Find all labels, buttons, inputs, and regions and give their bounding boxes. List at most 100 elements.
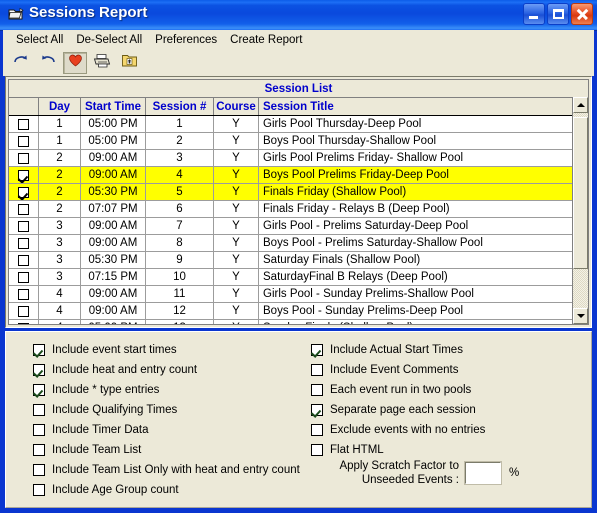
cell-course: Y (214, 218, 259, 234)
table-row[interactable]: 3 09:00 AM 8 Y Boys Pool - Prelims Saturday-… (9, 235, 588, 252)
table-row[interactable]: 2 09:00 AM 4 Y Boys Pool Prelims Friday-Deep… (9, 167, 588, 184)
option-checkbox[interactable] (33, 484, 45, 496)
option-row[interactable]: Include Team List Only with heat and ent… (33, 460, 308, 480)
row-select-cell[interactable] (9, 286, 39, 302)
heart-icon (68, 53, 83, 72)
option-row[interactable]: Include Actual Start Times (311, 340, 586, 360)
row-select-cell[interactable] (9, 269, 39, 285)
column-header-start-time[interactable]: Start Time (81, 98, 146, 115)
row-select-cell[interactable] (9, 167, 39, 183)
table-row[interactable]: 4 09:00 AM 11 Y Girls Pool - Sunday Prelims-… (9, 286, 588, 303)
option-row[interactable]: Exclude events with no entries (311, 420, 586, 440)
row-select-checkbox[interactable] (18, 135, 29, 147)
table-row[interactable]: 2 09:00 AM 3 Y Girls Pool Prelims Friday- Sh… (9, 150, 588, 167)
cell-day: 2 (39, 167, 81, 183)
row-select-cell[interactable] (9, 303, 39, 319)
row-select-cell[interactable] (9, 150, 39, 166)
scroll-thumb[interactable] (573, 117, 588, 269)
row-select-cell[interactable] (9, 320, 39, 324)
option-checkbox[interactable] (33, 364, 45, 376)
column-header-select[interactable] (9, 98, 39, 115)
row-select-checkbox[interactable] (18, 322, 29, 324)
row-select-cell[interactable] (9, 184, 39, 200)
column-header-day[interactable]: Day (39, 98, 81, 115)
option-row[interactable]: Include Age Group count (33, 480, 308, 500)
option-checkbox[interactable] (33, 464, 45, 476)
table-row[interactable]: 2 05:30 PM 5 Y Finals Friday (Shallow Pool) (9, 184, 588, 201)
option-checkbox[interactable] (33, 444, 45, 456)
option-checkbox[interactable] (311, 364, 323, 376)
export-folder-button[interactable] (117, 52, 141, 74)
option-checkbox[interactable] (311, 344, 323, 356)
option-row[interactable]: Include Qualifying Times (33, 400, 308, 420)
menu-select-all[interactable]: Select All (10, 33, 70, 47)
column-header-session-title[interactable]: Session Title (259, 98, 588, 115)
option-row[interactable]: Include * type entries (33, 380, 308, 400)
row-select-cell[interactable] (9, 218, 39, 234)
minimize-button[interactable] (523, 3, 545, 25)
scratch-factor-input[interactable] (464, 461, 502, 485)
table-row[interactable]: 3 09:00 AM 7 Y Girls Pool - Prelims Saturday… (9, 218, 588, 235)
table-row[interactable]: 4 09:00 AM 12 Y Boys Pool - Sunday Prelims-D… (9, 303, 588, 320)
row-select-cell[interactable] (9, 252, 39, 268)
option-row[interactable]: Each event run in two pools (311, 380, 586, 400)
close-button[interactable] (571, 3, 593, 25)
option-label: Include Team List Only with heat and ent… (52, 464, 300, 476)
option-checkbox[interactable] (311, 384, 323, 396)
print-button[interactable] (90, 52, 114, 74)
grid-vertical-scrollbar[interactable] (572, 97, 588, 324)
table-row[interactable]: 3 07:15 PM 10 Y SaturdayFinal B Relays (Deep… (9, 269, 588, 286)
row-select-checkbox[interactable] (18, 288, 29, 300)
option-checkbox[interactable] (33, 384, 45, 396)
scroll-track[interactable] (573, 113, 588, 308)
row-select-cell[interactable] (9, 235, 39, 251)
menu-de-select-all[interactable]: De-Select All (70, 33, 149, 47)
option-row[interactable]: Separate page each session (311, 400, 586, 420)
menu-preferences[interactable]: Preferences (149, 33, 224, 47)
row-select-checkbox[interactable] (18, 271, 29, 283)
table-row[interactable]: 3 05:30 PM 9 Y Saturday Finals (Shallow Pool… (9, 252, 588, 269)
row-select-checkbox[interactable] (18, 118, 29, 130)
option-checkbox[interactable] (311, 404, 323, 416)
row-select-checkbox[interactable] (18, 254, 29, 266)
maximize-button[interactable] (547, 3, 569, 25)
option-row[interactable]: Include event start times (33, 340, 308, 360)
row-select-checkbox[interactable] (18, 152, 29, 164)
undo-button[interactable] (36, 52, 60, 74)
row-select-cell[interactable] (9, 133, 39, 149)
option-row[interactable]: Include heat and entry count (33, 360, 308, 380)
option-row[interactable]: Include Timer Data (33, 420, 308, 440)
row-select-checkbox[interactable] (18, 305, 29, 317)
option-label: Include Age Group count (52, 484, 179, 496)
table-row[interactable]: 405:00 PM13YSunday Finals (Shallow Pool) (9, 320, 588, 324)
option-checkbox[interactable] (33, 424, 45, 436)
options-column-left: Include event start times Include heat an… (33, 340, 308, 500)
table-row[interactable]: 1 05:00 PM 2 Y Boys Pool Thursday-Shallow Po… (9, 133, 588, 150)
redo-button[interactable] (9, 52, 33, 74)
scroll-up-button[interactable] (573, 97, 588, 113)
column-header-session-no[interactable]: Session # (146, 98, 214, 115)
cell-day: 3 (39, 252, 81, 268)
option-checkbox[interactable] (311, 424, 323, 436)
table-row[interactable]: 1 05:00 PM 1 Y Girls Pool Thursday-Deep Pool (9, 116, 588, 133)
cell-day: 2 (39, 201, 81, 217)
row-select-cell[interactable] (9, 116, 39, 132)
option-checkbox[interactable] (33, 404, 45, 416)
row-select-checkbox[interactable] (18, 186, 29, 198)
option-row[interactable]: Include Team List (33, 440, 308, 460)
menu-create-report[interactable]: Create Report (224, 33, 309, 47)
row-select-checkbox[interactable] (18, 237, 29, 249)
column-header-course[interactable]: Course (214, 98, 259, 115)
title-bar[interactable]: Sessions Report (0, 0, 597, 31)
table-row[interactable]: 2 07:07 PM 6 Y Finals Friday - Relays B (Dee… (9, 201, 588, 218)
option-row[interactable]: Include Event Comments (311, 360, 586, 380)
option-row[interactable]: Flat HTML (311, 440, 586, 460)
option-checkbox[interactable] (33, 344, 45, 356)
favorite-button[interactable] (63, 51, 87, 74)
row-select-cell[interactable] (9, 201, 39, 217)
row-select-checkbox[interactable] (18, 203, 29, 215)
row-select-checkbox[interactable] (18, 169, 29, 181)
row-select-checkbox[interactable] (18, 220, 29, 232)
option-checkbox[interactable] (311, 444, 323, 456)
scroll-down-button[interactable] (573, 308, 588, 324)
